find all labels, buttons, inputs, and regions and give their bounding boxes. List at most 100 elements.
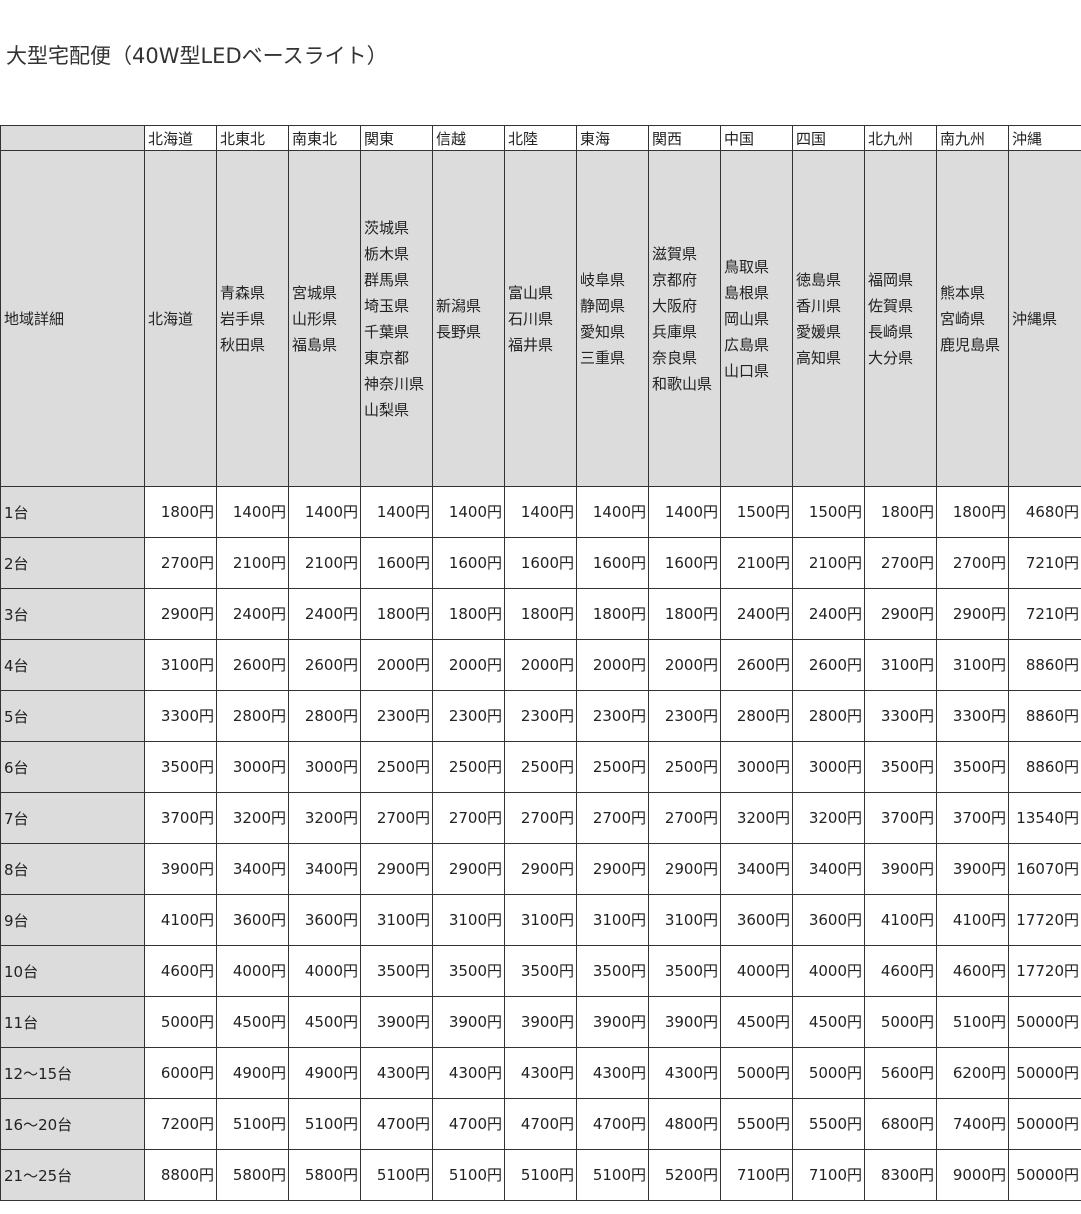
price-cell: 5100円 bbox=[936, 996, 1009, 1048]
price-cell: 5100円 bbox=[576, 1149, 649, 1201]
table-row: 2台 2700円 2100円 2100円 1600円 1600円 1600円 1600円 160… bbox=[0, 537, 1081, 589]
region-header: 南東北 bbox=[288, 125, 361, 151]
price-cell: 2300円 bbox=[648, 690, 721, 742]
price-cell: 3000円 bbox=[288, 741, 361, 793]
price-cell: 3200円 bbox=[720, 792, 793, 844]
prefecture-list: 宮城県 山形県 福島県 bbox=[288, 150, 361, 487]
region-header: 北九州 bbox=[864, 125, 937, 151]
quantity-label: 7台 bbox=[0, 792, 145, 844]
prefecture-list: 新潟県 長野県 bbox=[432, 150, 505, 487]
price-cell: 2900円 bbox=[648, 843, 721, 895]
price-cell: 2600円 bbox=[216, 639, 289, 691]
prefecture-name: 岩手県 bbox=[220, 309, 266, 328]
price-cell: 2900円 bbox=[864, 588, 937, 640]
prefecture-name: 佐賀県 bbox=[868, 296, 914, 315]
price-cell: 1600円 bbox=[648, 537, 721, 589]
price-cell: 4700円 bbox=[504, 1098, 577, 1150]
price-cell: 2700円 bbox=[576, 792, 649, 844]
detail-label: 地域詳細 bbox=[0, 150, 145, 487]
price-cell: 8860円 bbox=[1008, 741, 1081, 793]
price-cell: 8860円 bbox=[1008, 690, 1081, 742]
prefecture-name: 山口県 bbox=[724, 361, 770, 380]
price-cell: 3500円 bbox=[504, 945, 577, 997]
price-cell: 2900円 bbox=[144, 588, 217, 640]
price-cell: 3400円 bbox=[216, 843, 289, 895]
price-cell: 2800円 bbox=[792, 690, 865, 742]
prefecture-name: 山形県 bbox=[292, 309, 338, 328]
prefecture-name: 千葉県 bbox=[364, 322, 410, 341]
region-header: 南九州 bbox=[936, 125, 1009, 151]
price-cell: 2800円 bbox=[288, 690, 361, 742]
price-cell: 5000円 bbox=[144, 996, 217, 1048]
prefecture-name: 大分県 bbox=[868, 348, 914, 367]
price-cell: 2700円 bbox=[360, 792, 433, 844]
price-cell: 4500円 bbox=[216, 996, 289, 1048]
price-cell: 8300円 bbox=[864, 1149, 937, 1201]
price-cell: 3900円 bbox=[936, 843, 1009, 895]
prefecture-name: 愛媛県 bbox=[796, 322, 842, 341]
region-header: 東海 bbox=[576, 125, 649, 151]
prefecture-name: 三重県 bbox=[580, 348, 626, 367]
price-cell: 3000円 bbox=[216, 741, 289, 793]
quantity-label: 8台 bbox=[0, 843, 145, 895]
price-cell: 3500円 bbox=[864, 741, 937, 793]
price-cell: 3600円 bbox=[216, 894, 289, 946]
price-cell: 6200円 bbox=[936, 1047, 1009, 1099]
prefecture-name: 東京都 bbox=[364, 348, 410, 367]
price-cell: 17720円 bbox=[1008, 945, 1081, 997]
price-cell: 4100円 bbox=[144, 894, 217, 946]
price-cell: 2600円 bbox=[792, 639, 865, 691]
price-cell: 4000円 bbox=[720, 945, 793, 997]
price-cell: 2900円 bbox=[576, 843, 649, 895]
price-cell: 7200円 bbox=[144, 1098, 217, 1150]
region-header-row: 北海道 北東北 南東北 関東 信越 北陸 東海 関西 中国 四国 北九州 南九州 沖縄 bbox=[0, 125, 1081, 151]
price-cell: 4900円 bbox=[288, 1047, 361, 1099]
price-cell: 4600円 bbox=[864, 945, 937, 997]
price-cell: 3400円 bbox=[792, 843, 865, 895]
quantity-label: 10台 bbox=[0, 945, 145, 997]
prefecture-name: 滋賀県 bbox=[652, 244, 698, 263]
price-cell: 3500円 bbox=[576, 945, 649, 997]
prefecture-name: 宮城県 bbox=[292, 283, 338, 302]
price-cell: 3600円 bbox=[792, 894, 865, 946]
prefecture-list: 富山県 石川県 福井県 bbox=[504, 150, 577, 487]
prefecture-name: 香川県 bbox=[796, 296, 842, 315]
quantity-label: 6台 bbox=[0, 741, 145, 793]
table-row: 8台 3900円 3400円 3400円 2900円 2900円 2900円 2900円 290… bbox=[0, 843, 1081, 895]
price-cell: 3400円 bbox=[288, 843, 361, 895]
price-cell: 1600円 bbox=[504, 537, 577, 589]
header-corner-cell bbox=[0, 125, 145, 151]
table-row: 11台 5000円 4500円 4500円 3900円 3900円 3900円 3900円 39… bbox=[0, 996, 1081, 1048]
price-cell: 3300円 bbox=[936, 690, 1009, 742]
price-cell: 3200円 bbox=[216, 792, 289, 844]
price-cell: 4300円 bbox=[360, 1047, 433, 1099]
quantity-label: 12～15台 bbox=[0, 1047, 145, 1099]
price-cell: 2400円 bbox=[792, 588, 865, 640]
prefecture-name: 青森県 bbox=[220, 283, 266, 302]
prefecture-name: 愛知県 bbox=[580, 322, 626, 341]
price-cell: 2000円 bbox=[648, 639, 721, 691]
price-cell: 4500円 bbox=[288, 996, 361, 1048]
price-cell: 1800円 bbox=[144, 486, 217, 538]
price-cell: 1400円 bbox=[360, 486, 433, 538]
price-cell: 2100円 bbox=[288, 537, 361, 589]
prefecture-list: 福岡県 佐賀県 長崎県 大分県 bbox=[864, 150, 937, 487]
prefecture-list: 岐阜県 静岡県 愛知県 三重県 bbox=[576, 150, 649, 487]
price-cell: 1800円 bbox=[864, 486, 937, 538]
price-cell: 8800円 bbox=[144, 1149, 217, 1201]
price-cell: 5000円 bbox=[864, 996, 937, 1048]
prefecture-name: 鳥取県 bbox=[724, 257, 770, 276]
price-cell: 3100円 bbox=[576, 894, 649, 946]
page-title: 大型宅配便（40W型LEDベースライト） bbox=[6, 44, 388, 68]
price-cell: 1400円 bbox=[648, 486, 721, 538]
price-cell: 2500円 bbox=[432, 741, 505, 793]
prefecture-list: 熊本県 宮崎県 鹿児島県 bbox=[936, 150, 1009, 487]
prefecture-name: 岐阜県 bbox=[580, 270, 626, 289]
price-cell: 2900円 bbox=[936, 588, 1009, 640]
price-cell: 2100円 bbox=[216, 537, 289, 589]
prefecture-list: 滋賀県 京都府 大阪府 兵庫県 奈良県 和歌山県 bbox=[648, 150, 721, 487]
prefecture-name: 沖縄県 bbox=[1012, 309, 1058, 328]
price-cell: 8860円 bbox=[1008, 639, 1081, 691]
price-cell: 50000円 bbox=[1008, 1047, 1081, 1099]
price-cell: 7400円 bbox=[936, 1098, 1009, 1150]
